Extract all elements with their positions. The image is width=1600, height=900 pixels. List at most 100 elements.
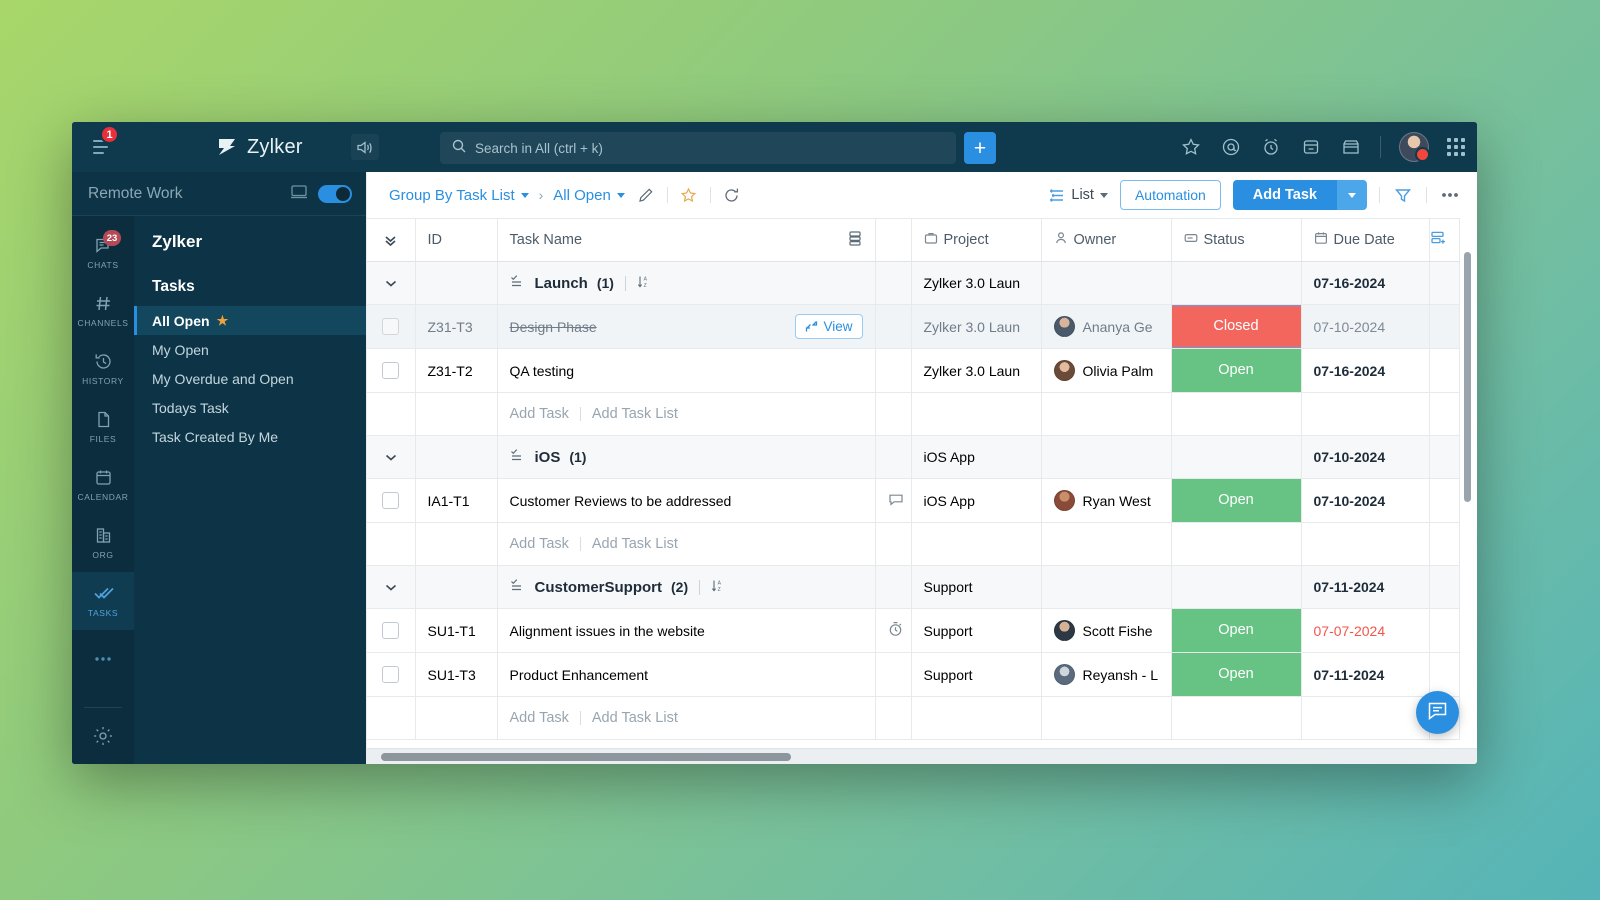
view-task-button[interactable]: View — [795, 314, 863, 339]
mention-icon[interactable] — [1220, 136, 1242, 158]
add-task-link[interactable]: Add Task — [510, 536, 569, 552]
add-task-link[interactable]: Add Task — [510, 406, 569, 422]
pencil-icon[interactable] — [635, 184, 657, 206]
menu-button[interactable]: 1 — [72, 122, 134, 172]
presence-desktop-icon[interactable] — [290, 184, 308, 204]
row-owner-cell[interactable]: Ryan West — [1041, 478, 1172, 523]
row-timer-indicator[interactable] — [875, 608, 912, 653]
column-header-due-date[interactable]: Due Date — [1301, 218, 1430, 262]
more-horizontal-icon[interactable] — [1439, 184, 1461, 206]
row-task-name-cell[interactable]: Product Enhancement — [497, 652, 876, 697]
refresh-icon[interactable] — [721, 184, 743, 206]
add-task-dropdown[interactable] — [1337, 180, 1367, 210]
table-row[interactable]: IA1-T1 Customer Reviews to be addressed … — [367, 478, 1460, 523]
table-row[interactable]: Z31-T3 Design Phase View Zylker 3.0 Laun… — [367, 304, 1460, 349]
sort-az-icon[interactable]: AZ — [711, 579, 725, 596]
add-row[interactable]: Add Task Add Task List — [367, 392, 1460, 436]
remote-work-toggle[interactable] — [318, 184, 352, 203]
row-checkbox[interactable] — [367, 478, 416, 523]
column-header-expand[interactable] — [367, 218, 416, 262]
row-due-date[interactable]: 07-10-2024 — [1301, 304, 1430, 349]
row-due-date[interactable]: 07-16-2024 — [1301, 348, 1430, 393]
task-table-wrapper[interactable]: ID Task Name Project Owner Status Due Da… — [367, 218, 1477, 764]
search-input[interactable]: Search in All (ctrl + k) — [440, 132, 956, 164]
quick-add-button[interactable]: + — [964, 132, 996, 164]
row-task-name-cell[interactable]: Design Phase View — [497, 304, 876, 349]
sidebar-item-files[interactable]: FILES — [72, 398, 134, 456]
add-task-button[interactable]: Add Task — [1232, 180, 1367, 210]
add-row-links[interactable]: Add Task Add Task List — [497, 522, 876, 566]
sidebar-more-button[interactable] — [72, 630, 134, 688]
breadcrumb-group-by[interactable]: Group By Task List — [389, 187, 529, 204]
sidebar-item-todays-task[interactable]: Todays Task — [134, 393, 366, 422]
row-owner-cell[interactable]: Reyansh - L — [1041, 652, 1172, 697]
view-mode-selector[interactable]: List — [1048, 187, 1108, 203]
sort-az-icon[interactable]: AZ — [637, 275, 651, 292]
star-outline-icon[interactable] — [678, 184, 700, 206]
add-task-link[interactable]: Add Task — [510, 710, 569, 726]
breadcrumb-view[interactable]: All Open — [553, 187, 625, 204]
group-header-row[interactable]: Launch (1) AZ Zylker 3.0 Laun 07-16-2024 — [367, 261, 1460, 305]
row-due-date[interactable]: 07-07-2024 — [1301, 608, 1430, 653]
filter-icon[interactable] — [1392, 184, 1414, 206]
column-header-id[interactable]: ID — [415, 218, 498, 262]
add-column-button[interactable] — [1429, 218, 1460, 262]
horizontal-scrollbar[interactable] — [367, 748, 1477, 764]
alarm-icon[interactable] — [1260, 136, 1282, 158]
row-owner-cell[interactable]: Ananya Ge — [1041, 304, 1172, 349]
store-icon[interactable] — [1340, 136, 1362, 158]
sidebar-item-channels[interactable]: CHANNELS — [72, 282, 134, 340]
row-checkbox[interactable] — [367, 652, 416, 697]
apps-grid-icon[interactable] — [1447, 138, 1465, 156]
group-header-row[interactable]: CustomerSupport (2) AZ Support 07-11-202… — [367, 565, 1460, 609]
table-row[interactable]: SU1-T3 Product Enhancement Support Reyan… — [367, 652, 1460, 697]
announcement-icon[interactable] — [350, 134, 379, 160]
add-row[interactable]: Add Task Add Task List — [367, 696, 1460, 740]
automation-button[interactable]: Automation — [1119, 180, 1221, 210]
group-collapse-toggle[interactable] — [367, 261, 416, 305]
row-status-cell[interactable]: Open — [1171, 608, 1302, 653]
archive-icon[interactable] — [1300, 136, 1322, 158]
table-row[interactable]: SU1-T1 Alignment issues in the website S… — [367, 608, 1460, 653]
row-status-cell[interactable]: Closed — [1171, 304, 1302, 349]
sidebar-item-calendar[interactable]: CALENDAR — [72, 456, 134, 514]
vertical-scrollbar[interactable] — [1464, 252, 1471, 502]
add-task-list-link[interactable]: Add Task List — [592, 406, 678, 422]
avatar[interactable] — [1399, 132, 1430, 162]
row-due-date[interactable]: 07-11-2024 — [1301, 652, 1430, 697]
row-status-cell[interactable]: Open — [1171, 348, 1302, 393]
row-task-name-cell[interactable]: Alignment issues in the website — [497, 608, 876, 653]
column-header-owner[interactable]: Owner — [1041, 218, 1172, 262]
row-owner-cell[interactable]: Scott Fishe — [1041, 608, 1172, 653]
subtask-icon[interactable] — [847, 230, 863, 251]
row-due-date[interactable]: 07-10-2024 — [1301, 478, 1430, 523]
sidebar-item-all-open[interactable]: All Open ★ — [134, 306, 366, 335]
group-header-row[interactable]: iOS (1) iOS App 07-10-2024 — [367, 435, 1460, 479]
row-comment-indicator[interactable] — [875, 478, 912, 523]
table-row[interactable]: Z31-T2 QA testing Zylker 3.0 Laun Olivia… — [367, 348, 1460, 393]
row-status-cell[interactable]: Open — [1171, 478, 1302, 523]
sidebar-item-tasks[interactable]: TASKS — [72, 572, 134, 630]
row-checkbox[interactable] — [367, 608, 416, 653]
column-header-status[interactable]: Status — [1171, 218, 1302, 262]
sidebar-item-task-created-by-me[interactable]: Task Created By Me — [134, 422, 366, 451]
group-collapse-toggle[interactable] — [367, 565, 416, 609]
group-collapse-toggle[interactable] — [367, 435, 416, 479]
star-icon[interactable] — [1180, 136, 1202, 158]
add-row-links[interactable]: Add Task Add Task List — [497, 392, 876, 436]
horizontal-scrollbar-thumb[interactable] — [381, 753, 791, 761]
row-owner-cell[interactable]: Olivia Palm — [1041, 348, 1172, 393]
add-row[interactable]: Add Task Add Task List — [367, 522, 1460, 566]
row-checkbox[interactable] — [367, 304, 416, 349]
add-task-list-link[interactable]: Add Task List — [592, 536, 678, 552]
column-header-project[interactable]: Project — [911, 218, 1042, 262]
chat-fab-button[interactable] — [1416, 691, 1459, 734]
add-row-links[interactable]: Add Task Add Task List — [497, 696, 876, 740]
row-task-name-cell[interactable]: QA testing — [497, 348, 876, 393]
add-task-list-link[interactable]: Add Task List — [592, 710, 678, 726]
column-header-task-name[interactable]: Task Name — [497, 218, 876, 262]
row-status-cell[interactable]: Open — [1171, 652, 1302, 697]
row-checkbox[interactable] — [367, 348, 416, 393]
sidebar-item-my-overdue-and-open[interactable]: My Overdue and Open — [134, 364, 366, 393]
sidebar-item-chats[interactable]: CHATS 23 — [72, 224, 134, 282]
